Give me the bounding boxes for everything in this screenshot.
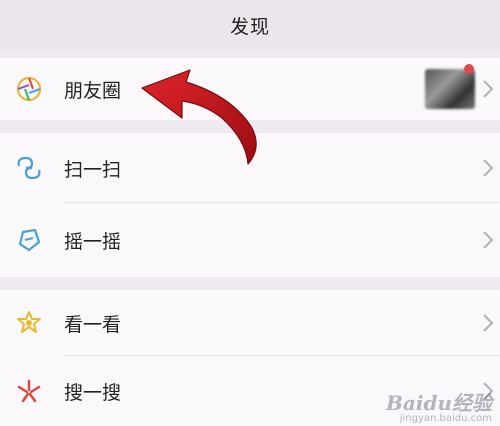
notification-dot (464, 64, 474, 74)
menu-item-scan[interactable]: 扫一扫 (0, 133, 500, 203)
chevron-right-icon (483, 314, 494, 332)
menu-item-label: 扫一扫 (64, 158, 122, 181)
chevron-right-icon (483, 159, 494, 177)
menu-item-label: 朋友圈 (64, 79, 122, 102)
watermark-brand: Baidu经验 (386, 391, 492, 415)
menu-item-label: 看一看 (64, 313, 122, 336)
watermark-url: jingyan.baidu.com (399, 413, 492, 424)
moments-thumbnail (425, 69, 475, 109)
menu-item-label: 搜一搜 (64, 381, 122, 404)
top-stories-icon (14, 308, 44, 338)
menu-item-top-stories[interactable]: 看一看 (0, 290, 500, 356)
chevron-right-icon (483, 231, 494, 249)
header: 发现 (0, 0, 500, 50)
menu-item-moments[interactable]: 朋友圈 (0, 58, 500, 120)
page-title: 发现 (229, 15, 270, 38)
search-icon (14, 376, 44, 406)
scan-icon (14, 153, 44, 183)
moments-icon (14, 74, 44, 104)
shake-icon (14, 225, 44, 255)
menu-item-label: 摇一摇 (64, 230, 122, 253)
watermark: Baidu经验 jingyan.baidu.com (386, 387, 492, 424)
menu-item-shake[interactable]: 摇一摇 (0, 203, 500, 277)
chevron-right-icon (483, 80, 494, 98)
